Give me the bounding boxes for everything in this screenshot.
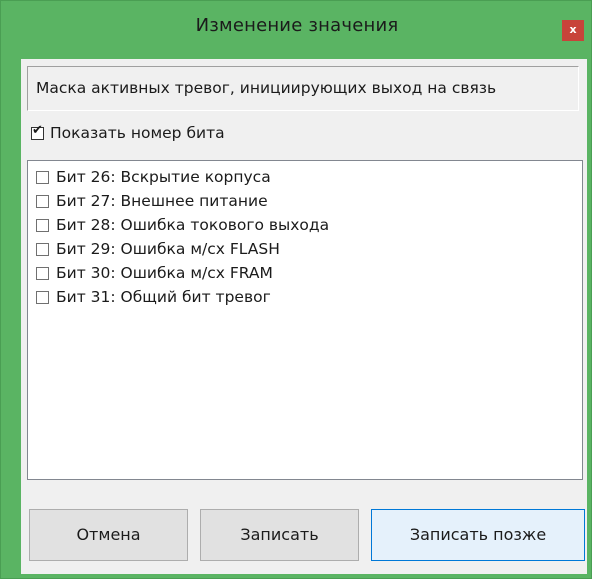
list-item-bit-27[interactable]: Бит 27: Внешнее питание xyxy=(36,190,268,212)
close-button[interactable]: x xyxy=(562,20,584,41)
title-bar[interactable]: Изменение значения x xyxy=(1,1,592,59)
list-item-bit-31[interactable]: Бит 31: Общий бит тревог xyxy=(36,286,271,308)
checkbox-box[interactable] xyxy=(36,266,49,280)
list-item-bit-29[interactable]: Бит 29: Ошибка м/сх FLASH xyxy=(36,238,280,260)
list-item-bit-28[interactable]: Бит 28: Ошибка токового выхода xyxy=(36,214,329,236)
list-item-label: Бит 26: Вскрытие корпуса xyxy=(56,168,271,186)
cancel-button[interactable]: Отмена xyxy=(29,509,188,561)
list-item-label: Бит 29: Ошибка м/сх FLASH xyxy=(56,240,280,258)
description-text: Маска активных тревог, инициирующих выхо… xyxy=(27,66,579,111)
close-icon: x xyxy=(569,23,577,36)
show-bit-number-label: Показать номер бита xyxy=(50,124,225,142)
list-item-label: Бит 27: Внешнее питание xyxy=(56,192,268,210)
checkbox-box[interactable]: ✔ xyxy=(31,122,44,140)
list-item-label: Бит 30: Ошибка м/сх FRAM xyxy=(56,264,273,282)
dialog-window: Изменение значения x Маска активных трев… xyxy=(0,0,592,579)
dialog-body: Маска активных тревог, инициирующих выхо… xyxy=(21,59,587,574)
list-item-bit-30[interactable]: Бит 30: Ошибка м/сх FRAM xyxy=(36,262,273,284)
write-later-button[interactable]: Записать позже xyxy=(371,509,585,561)
checkbox-box[interactable] xyxy=(36,290,49,304)
checkbox-box[interactable] xyxy=(36,218,49,232)
checkbox-box[interactable] xyxy=(36,170,49,184)
list-item-bit-26[interactable]: Бит 26: Вскрытие корпуса xyxy=(36,166,271,188)
bit-list[interactable]: Бит 26: Вскрытие корпуса Бит 27: Внешнее… xyxy=(27,160,583,480)
checkbox-box[interactable] xyxy=(36,194,49,208)
checkmark-icon: ✔ xyxy=(32,122,43,138)
list-item-label: Бит 28: Ошибка токового выхода xyxy=(56,216,330,234)
write-button[interactable]: Записать xyxy=(200,509,359,561)
list-item-label: Бит 31: Общий бит тревог xyxy=(56,288,271,306)
window-title: Изменение значения xyxy=(195,15,399,36)
show-bit-number-checkbox[interactable]: ✔ Показать номер бита xyxy=(31,124,225,142)
checkbox-box[interactable] xyxy=(36,242,49,256)
